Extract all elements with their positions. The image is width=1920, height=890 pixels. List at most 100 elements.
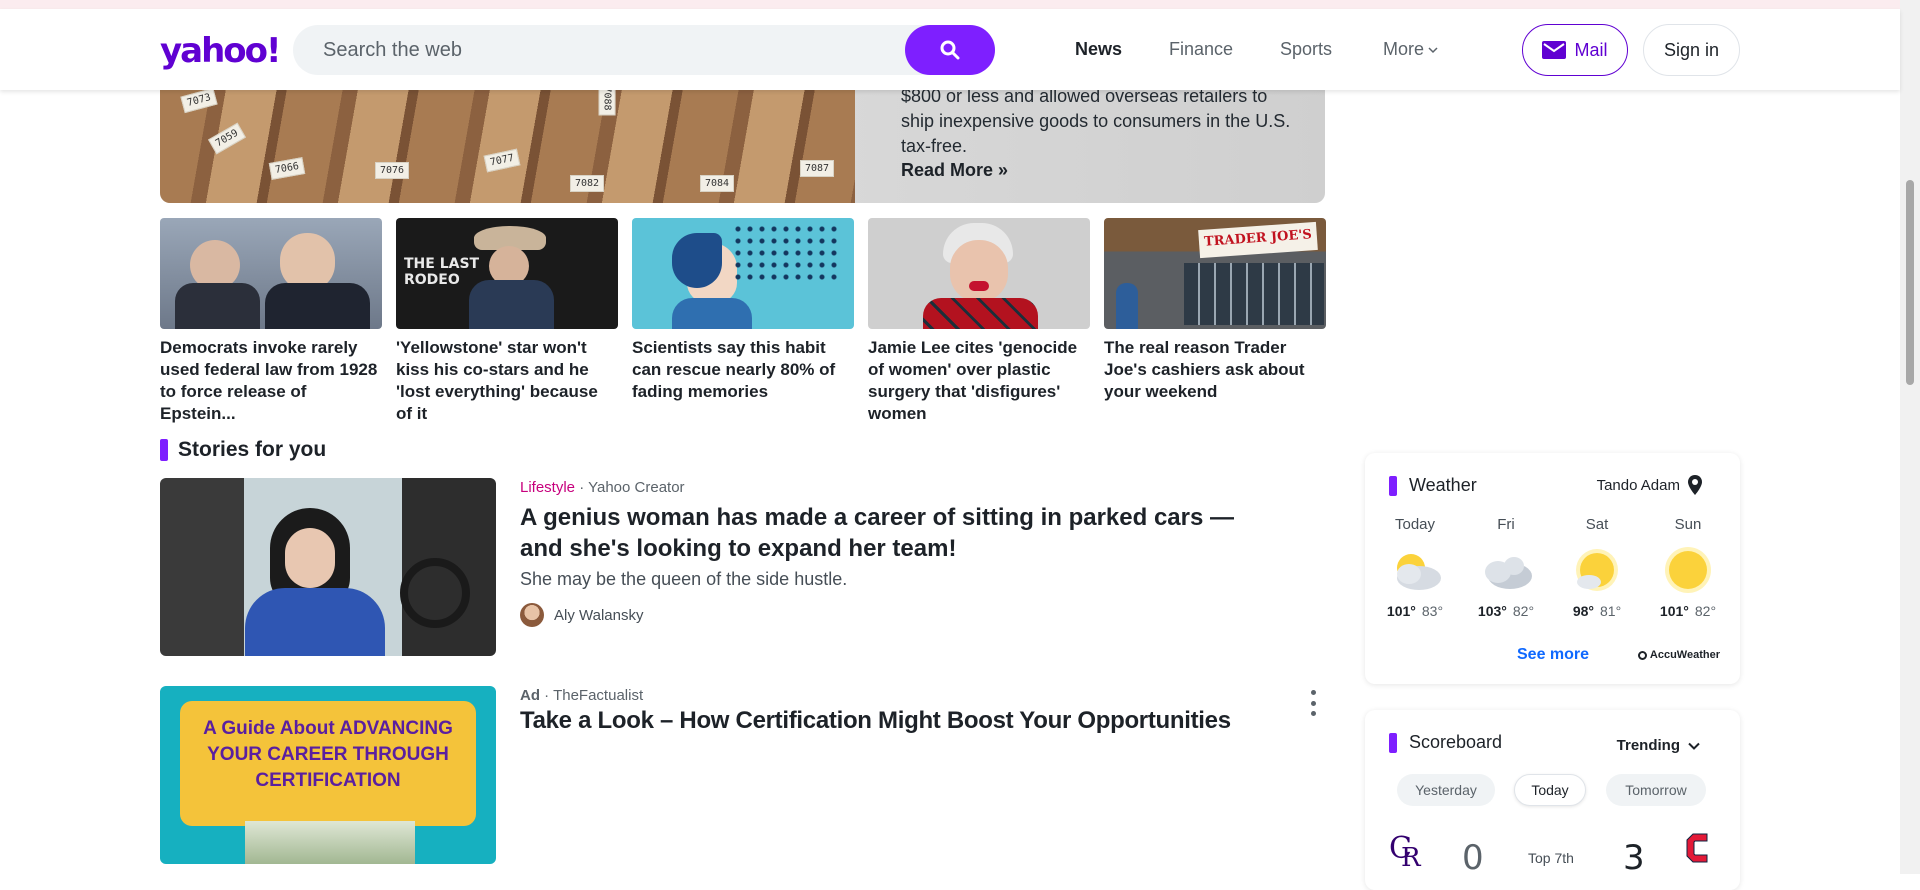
chevron-down-icon xyxy=(1688,742,1700,750)
tab-yesterday[interactable]: Yesterday xyxy=(1397,774,1495,806)
scrollbar-thumb[interactable] xyxy=(1906,180,1914,385)
parcel-label: 7073 xyxy=(180,87,218,114)
scoreboard-filter-dropdown[interactable]: Trending xyxy=(1617,737,1700,754)
news-tile[interactable]: Democrats invoke rarely used federal law… xyxy=(160,218,382,425)
tile-image: THE LAST RODEO xyxy=(396,218,618,329)
weather-card: Weather Tando Adam Today 101° 83° Fri 103… xyxy=(1365,453,1740,684)
story-author: Aly Walansky xyxy=(520,603,643,627)
weather-see-more-link[interactable]: See more xyxy=(1517,646,1589,664)
scoreboard-accent-bar xyxy=(1389,732,1397,753)
mail-icon xyxy=(1542,41,1567,59)
parcel-label: 7084 xyxy=(700,175,735,192)
search-button[interactable] xyxy=(905,25,995,75)
location-pin-icon xyxy=(1688,475,1702,495)
story-meta: Lifestyle · Yahoo Creator xyxy=(520,479,685,496)
weather-location[interactable]: Tando Adam xyxy=(1597,475,1702,495)
ad-title[interactable]: Take a Look – How Certification Might Bo… xyxy=(520,705,1260,736)
hero-summary: $800 or less and allowed overseas retail… xyxy=(901,86,1291,156)
location-name: Tando Adam xyxy=(1596,476,1680,494)
parcel-label: 7066 xyxy=(268,157,306,180)
weather-title: Weather xyxy=(1389,475,1477,496)
ad-image[interactable]: A Guide About ADVANCING YOUR CAREER THRO… xyxy=(160,686,496,864)
scoreboard-card: Scoreboard Trending Yesterday Today Tomo… xyxy=(1365,710,1740,890)
temp-high: 103° xyxy=(1477,603,1507,619)
nav-more-label: More xyxy=(1383,39,1425,59)
tile-caption: 'Yellowstone' star won't kiss his co-sta… xyxy=(396,338,598,423)
forecast-day: Today xyxy=(1394,516,1436,533)
ad-meta: Ad · TheFactualist xyxy=(520,687,643,704)
nav-news[interactable]: News xyxy=(1075,39,1122,60)
section-title-text: Stories for you xyxy=(178,438,327,461)
search-input[interactable] xyxy=(323,25,883,75)
meta-separator: · xyxy=(544,687,554,704)
scoreboard-title: Scoreboard xyxy=(1389,732,1502,753)
accuweather-icon xyxy=(1637,650,1647,660)
author-avatar xyxy=(520,603,544,627)
sunny-icon xyxy=(1665,547,1711,593)
parcel-label: 7087 xyxy=(800,160,835,177)
game-status: Top 7th xyxy=(1528,850,1574,866)
story-source: Yahoo Creator xyxy=(588,479,685,496)
news-tile[interactable]: THE LAST RODEO 'Yellowstone' star won't … xyxy=(396,218,618,425)
guardians-logo-icon[interactable] xyxy=(1683,828,1713,868)
partly-cloudy-icon xyxy=(1397,554,1441,590)
mostly-sunny-icon xyxy=(1576,549,1618,591)
search-icon xyxy=(940,40,960,60)
nav-sports[interactable]: Sports xyxy=(1280,39,1332,60)
forecast-day: Fri xyxy=(1497,516,1515,533)
ad-badge: Ad xyxy=(520,687,540,704)
scrollbar[interactable] xyxy=(1900,0,1920,874)
tile-image-text: THE LAST RODEO xyxy=(404,256,480,288)
read-more-link[interactable]: Read More » xyxy=(901,160,1008,181)
more-options-icon[interactable] xyxy=(1305,690,1321,716)
author-name: Aly Walansky xyxy=(554,606,644,624)
temp-low: 83° xyxy=(1421,603,1444,619)
story-image[interactable] xyxy=(160,478,496,656)
parcel-label: 7077 xyxy=(483,148,521,173)
story-summary: She may be the queen of the side hustle. xyxy=(520,569,848,589)
news-tile[interactable]: TRADER JOE'S The real reason Trader Joe'… xyxy=(1104,218,1326,403)
meta-separator: · xyxy=(579,479,589,496)
mail-button[interactable]: Mail xyxy=(1522,24,1628,76)
temp-low: 82° xyxy=(1512,603,1535,619)
tile-image: TRADER JOE'S xyxy=(1104,218,1326,329)
news-tile[interactable]: Scientists say this habit can rescue nea… xyxy=(632,218,854,403)
tab-tomorrow[interactable]: Tomorrow xyxy=(1606,774,1706,806)
story-category[interactable]: Lifestyle xyxy=(520,479,575,496)
header: yahoo! News Finance Sports More Mail Sig… xyxy=(0,9,1900,90)
temp-low: 81° xyxy=(1600,603,1622,619)
accuweather-logo[interactable]: AccuWeather xyxy=(1637,649,1720,661)
weather-accent-bar xyxy=(1389,475,1397,496)
parcel-label: 7082 xyxy=(570,175,605,192)
nav-more[interactable]: More xyxy=(1383,39,1438,60)
temp-low: 82° xyxy=(1694,603,1717,619)
home-score: 3 xyxy=(1623,838,1645,878)
yahoo-logo[interactable]: yahoo! xyxy=(160,31,282,71)
tab-today[interactable]: Today xyxy=(1514,774,1586,806)
temp-high: 98° xyxy=(1572,603,1594,619)
forecast-temps: 101° 82° xyxy=(1648,603,1728,619)
news-tile[interactable]: Jamie Lee cites 'genocide of women' over… xyxy=(868,218,1090,425)
provider-name: AccuWeather xyxy=(1649,649,1720,661)
signin-button[interactable]: Sign in xyxy=(1643,24,1740,76)
ad-source: TheFactualist xyxy=(553,687,644,704)
nav-finance[interactable]: Finance xyxy=(1169,39,1233,60)
tile-image xyxy=(632,218,854,329)
tile-caption: Democrats invoke rarely used federal law… xyxy=(160,338,378,423)
tile-image xyxy=(868,218,1090,329)
scoreboard-title-text: Scoreboard xyxy=(1409,732,1503,752)
filter-label: Trending xyxy=(1616,737,1680,754)
rockies-logo-icon[interactable]: CR xyxy=(1389,828,1423,870)
forecast-temps: 101° 83° xyxy=(1375,603,1455,619)
story-title[interactable]: A genius woman has made a career of sitt… xyxy=(520,502,1260,564)
forecast-temps: 103° 82° xyxy=(1466,603,1546,619)
tile-caption: Jamie Lee cites 'genocide of women' over… xyxy=(868,338,1078,423)
section-title: Stories for you xyxy=(160,438,326,462)
parcel-label: 7076 xyxy=(375,162,410,179)
tile-image xyxy=(160,218,382,329)
top-strip xyxy=(0,0,1920,9)
parcel-label: 7059 xyxy=(208,122,247,155)
section-accent-bar xyxy=(160,439,168,461)
temp-high: 101° xyxy=(1386,603,1416,619)
forecast-temps: 98° 81° xyxy=(1557,603,1637,619)
